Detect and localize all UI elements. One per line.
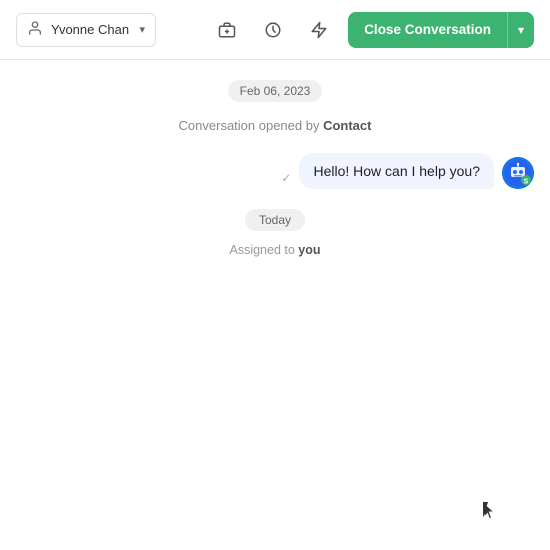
- system-message-prefix: Conversation opened by: [179, 118, 324, 133]
- contact-highlight: Contact: [323, 118, 371, 133]
- header-actions: Close Conversation ▾: [210, 12, 534, 48]
- checkmark-icon: ✓: [281, 171, 291, 185]
- message-row: ✓ Hello! How can I help you? S: [0, 153, 550, 189]
- close-conversation-button[interactable]: Close Conversation: [348, 12, 507, 48]
- bolt-button[interactable]: [302, 13, 336, 47]
- clock-icon: [264, 21, 282, 39]
- chevron-down-icon: ▾: [139, 23, 145, 36]
- chat-area: Feb 06, 2023 Conversation opened by Cont…: [0, 60, 550, 550]
- bolt-icon: [310, 21, 328, 39]
- assignee-selector[interactable]: Yvonne Chan ▾: [16, 13, 156, 47]
- clock-button[interactable]: [256, 13, 290, 47]
- assigned-message: Assigned to you: [229, 243, 320, 257]
- bot-avatar-svg: S: [502, 157, 534, 189]
- today-badge: Today: [245, 209, 305, 231]
- assigned-you: you: [298, 243, 320, 257]
- svg-text:S: S: [524, 179, 529, 186]
- user-icon: [27, 20, 43, 40]
- assigned-prefix: Assigned to: [229, 243, 298, 257]
- header: Yvonne Chan ▾ Close Con: [0, 0, 550, 60]
- suitcase-icon: [218, 21, 236, 39]
- dropdown-arrow-icon: ▾: [518, 23, 524, 37]
- date-badge: Feb 06, 2023: [228, 80, 323, 102]
- system-message: Conversation opened by Contact: [179, 118, 372, 133]
- suitcase-button[interactable]: [210, 13, 244, 47]
- close-conversation-group: Close Conversation ▾: [348, 12, 534, 48]
- close-conversation-dropdown-button[interactable]: ▾: [507, 12, 534, 48]
- message-bubble: Hello! How can I help you?: [299, 153, 494, 189]
- bot-avatar: S: [502, 157, 534, 189]
- assignee-name: Yvonne Chan: [51, 22, 131, 37]
